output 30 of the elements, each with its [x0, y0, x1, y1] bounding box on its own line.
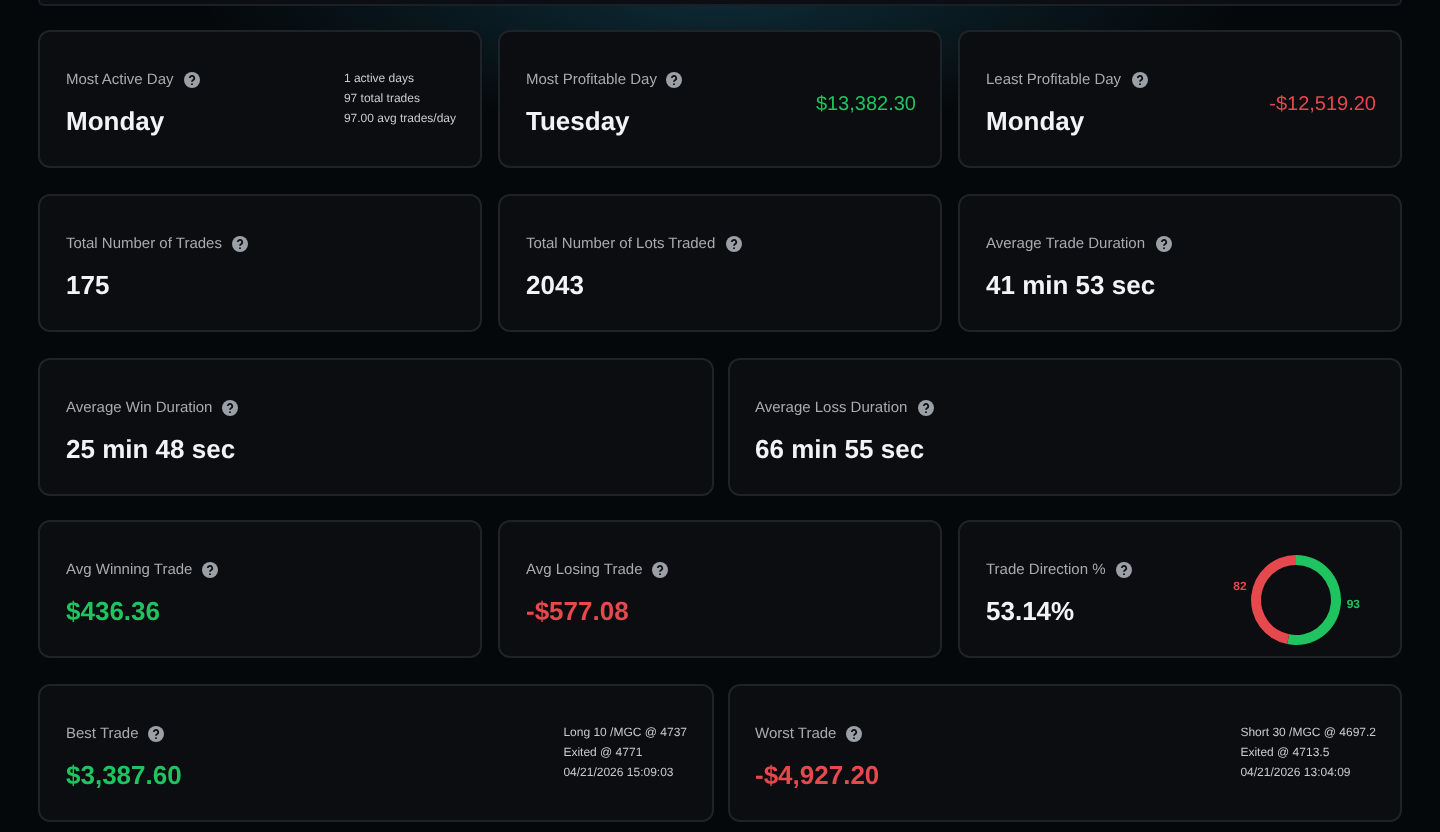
help-icon[interactable] — [725, 235, 742, 252]
donut-slice — [1287, 554, 1342, 644]
help-icon[interactable] — [222, 399, 239, 416]
stat-value: 175 — [66, 268, 112, 305]
help-icon[interactable] — [1155, 235, 1171, 252]
stat-amount: $13,382.30 — [815, 92, 916, 120]
help-icon[interactable] — [202, 561, 219, 578]
help-icon[interactable] — [652, 561, 669, 578]
stat-value: $3,387.60 — [66, 758, 182, 795]
stat-value: 2043 — [526, 268, 586, 305]
stat-value: 53.14% — [986, 594, 1077, 631]
stat-value: Tuesday — [526, 104, 632, 141]
help-icon[interactable] — [917, 399, 934, 416]
stat-value: Monday — [986, 104, 1087, 141]
stat-value: $436.36 — [66, 594, 162, 631]
help-icon[interactable] — [666, 71, 683, 88]
stat-value: -$577.08 — [526, 594, 631, 631]
stat-amount: -$12,519.20 — [1269, 92, 1376, 120]
stat-value: 66 min 55 sec — [755, 432, 927, 469]
help-icon[interactable] — [148, 725, 165, 742]
stat-value: -$4,927.20 — [755, 758, 880, 795]
stat-value: 41 min 53 sec — [986, 268, 1158, 305]
donut-slice — [1251, 554, 1297, 644]
help-icon[interactable] — [1115, 561, 1132, 578]
stat-value: Monday — [66, 104, 167, 141]
stat-value: 25 min 48 sec — [66, 432, 238, 469]
help-icon[interactable] — [231, 235, 248, 252]
help-icon[interactable] — [1131, 71, 1148, 88]
help-icon[interactable] — [183, 71, 200, 88]
help-icon[interactable] — [846, 725, 863, 742]
